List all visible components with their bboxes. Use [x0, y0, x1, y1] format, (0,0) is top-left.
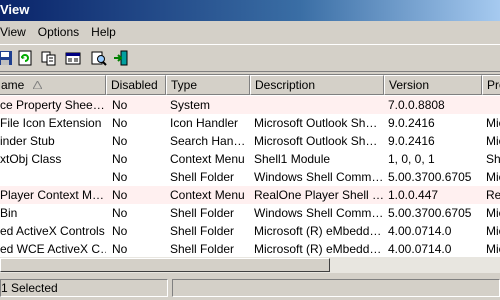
- menu-bar: View Options Help: [0, 21, 500, 43]
- cell-description: [250, 96, 384, 114]
- cell-disabled: No: [112, 152, 128, 166]
- horizontal-scrollbar[interactable]: [0, 256, 500, 273]
- status-panel-empty: [172, 279, 500, 297]
- cell-product: Mic: [486, 116, 500, 130]
- table-row[interactable]: inder Stub No Search Han… Microsoft Outl…: [0, 132, 500, 150]
- status-selected-count: 1 Selected: [0, 279, 168, 297]
- cell-version: 4.00.0714.0: [388, 242, 452, 256]
- cell-name: Player Context M…: [0, 188, 105, 202]
- cell-product: Rea: [486, 188, 500, 202]
- cell-name: ce Property Shee…: [0, 98, 105, 112]
- cell-disabled: No: [112, 116, 128, 130]
- cell-description: Windows Shell Comm…: [254, 206, 384, 220]
- cell-type: Search Han…: [170, 134, 246, 148]
- menu-help[interactable]: Help: [85, 21, 122, 43]
- cell-disabled: No: [112, 170, 128, 184]
- window-title: View: [0, 2, 30, 17]
- cell-version: 1.0.0.447: [388, 188, 439, 202]
- list-header: ame Disabled Type Description Version Pr…: [0, 75, 500, 95]
- cell-version: 5.00.3700.6705: [388, 170, 472, 184]
- cell-disabled: No: [112, 242, 128, 256]
- cell-version: 7.0.0.8808: [388, 98, 445, 112]
- extensions-list[interactable]: ame Disabled Type Description Version Pr…: [0, 74, 500, 256]
- cell-description: Microsoft (R) eMbedd…: [254, 224, 382, 238]
- cell-name: xtObj Class: [0, 152, 62, 166]
- cell-description: RealOne Player Shell …: [254, 188, 384, 202]
- column-header-version[interactable]: Version: [384, 75, 482, 95]
- column-header-description-label: Description: [255, 78, 316, 92]
- cell-name: Bin: [0, 206, 18, 220]
- cell-product: Mic: [486, 170, 500, 184]
- cell-disabled: No: [112, 206, 128, 220]
- column-header-product-label: Pro: [487, 78, 500, 92]
- save-icon[interactable]: [0, 49, 14, 67]
- column-header-disabled[interactable]: Disabled: [106, 75, 166, 95]
- cell-product: Mic: [486, 242, 500, 256]
- cell-type: Shell Folder: [170, 224, 235, 238]
- cell-description: Microsoft Outlook Sh…: [254, 116, 378, 130]
- column-header-version-label: Version: [389, 78, 430, 92]
- cell-disabled: No: [112, 188, 128, 202]
- cell-product: She: [486, 152, 500, 166]
- exit-icon[interactable]: [112, 49, 130, 67]
- cell-type: Context Menu: [170, 188, 245, 202]
- cell-version: 1, 0, 0, 1: [388, 152, 435, 166]
- column-header-disabled-label: Disabled: [111, 78, 158, 92]
- sort-ascending-icon: [33, 81, 42, 89]
- cell-type: Context Menu: [170, 152, 245, 166]
- cell-name: [0, 168, 106, 186]
- title-bar: View: [0, 0, 500, 21]
- table-row[interactable]: Player Context M… No Context Menu RealOn…: [0, 186, 500, 204]
- column-header-type-label: Type: [171, 78, 198, 92]
- cell-version: 9.0.2416: [388, 134, 435, 148]
- cell-product: Mic: [486, 134, 500, 148]
- table-row[interactable]: ed ActiveX Controls No Shell Folder Micr…: [0, 222, 500, 240]
- menu-view[interactable]: View: [0, 21, 32, 43]
- table-row[interactable]: Bin No Shell Folder Windows Shell Comm… …: [0, 204, 500, 222]
- properties-icon[interactable]: [64, 49, 82, 67]
- cell-type: Icon Handler: [170, 116, 239, 130]
- refresh-icon[interactable]: [16, 49, 34, 67]
- column-header-product[interactable]: Pro: [482, 75, 500, 95]
- cell-type: Shell Folder: [170, 206, 235, 220]
- cell-version: 9.0.2416: [388, 116, 435, 130]
- cell-product: Mic: [486, 206, 500, 220]
- copy-icon[interactable]: [40, 49, 58, 67]
- cell-name: ed ActiveX Controls: [0, 224, 105, 238]
- menu-options[interactable]: Options: [32, 21, 85, 43]
- table-row[interactable]: xtObj Class No Context Menu Shell1 Modul…: [0, 150, 500, 168]
- cell-type: Shell Folder: [170, 170, 235, 184]
- cell-disabled: No: [112, 134, 128, 148]
- cell-version: 5.00.3700.6705: [388, 206, 472, 220]
- cell-name: File Icon Extension: [0, 116, 102, 130]
- cell-description: Windows Shell Comm…: [254, 170, 384, 184]
- column-header-name-label: ame: [1, 78, 25, 92]
- cell-type: System: [170, 98, 211, 112]
- cell-name: inder Stub: [0, 134, 55, 148]
- table-row[interactable]: File Icon Extension No Icon Handler Micr…: [0, 114, 500, 132]
- cell-disabled: No: [112, 224, 128, 238]
- cell-description: Microsoft (R) eMbedd…: [254, 242, 382, 256]
- scrollbar-thumb[interactable]: [0, 258, 330, 272]
- cell-product: [482, 96, 500, 114]
- cell-type: Shell Folder: [170, 242, 235, 256]
- table-row[interactable]: ed WCE ActiveX C… No Shell Folder Micros…: [0, 240, 500, 256]
- table-row[interactable]: No Shell Folder Windows Shell Comm… 5.00…: [0, 168, 500, 186]
- column-header-type[interactable]: Type: [166, 75, 250, 95]
- table-row[interactable]: ce Property Shee… No System 7.0.0.8808: [0, 96, 500, 114]
- cell-description: Microsoft Outlook Sh…: [254, 134, 378, 148]
- column-header-description[interactable]: Description: [250, 75, 384, 95]
- cell-description: Shell1 Module: [254, 152, 331, 166]
- toolbar: [0, 44, 500, 72]
- status-bar: 1 Selected: [0, 276, 500, 300]
- cell-product: Mic: [486, 224, 500, 238]
- column-header-name[interactable]: ame: [0, 75, 106, 95]
- find-icon[interactable]: [90, 49, 108, 67]
- cell-disabled: No: [112, 98, 128, 112]
- cell-name: ed WCE ActiveX C…: [0, 242, 106, 256]
- cell-version: 4.00.0714.0: [388, 224, 452, 238]
